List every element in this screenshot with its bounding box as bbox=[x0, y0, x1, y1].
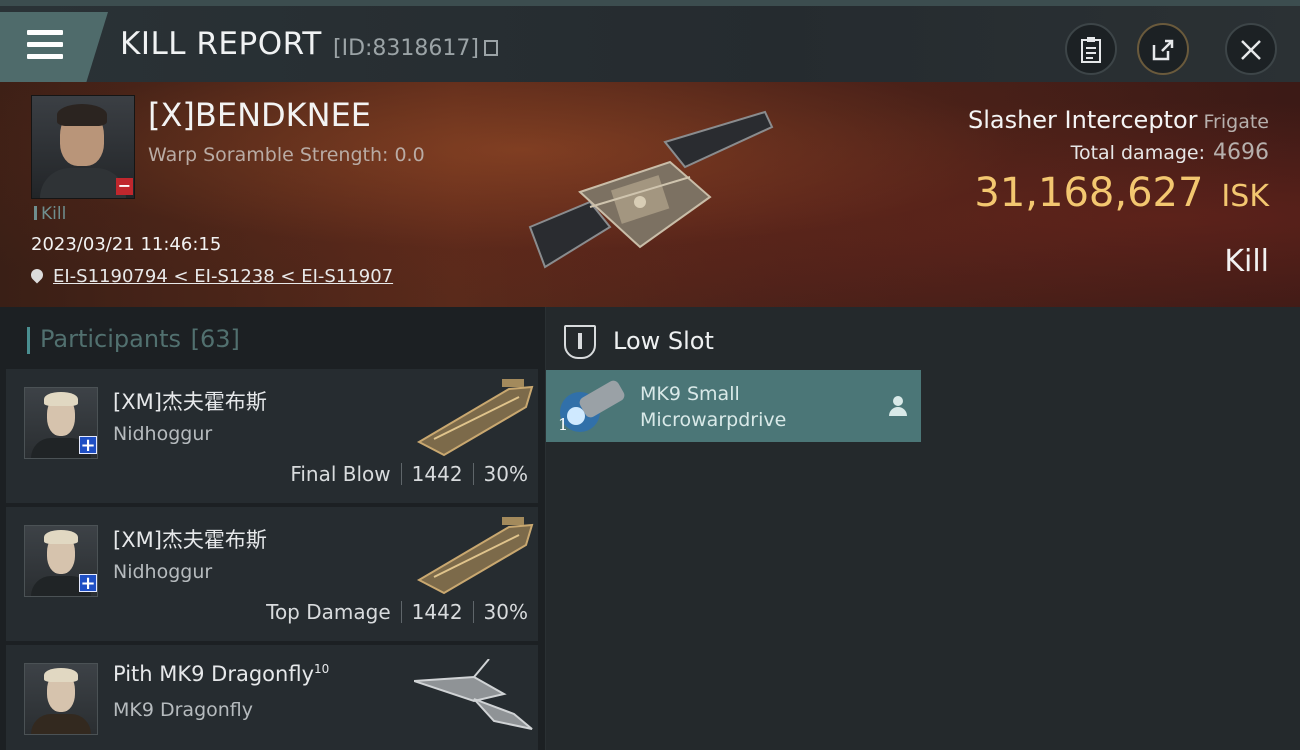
close-button[interactable] bbox=[1225, 23, 1277, 75]
participant-damage: 1442 bbox=[411, 600, 463, 624]
participant-avatar[interactable] bbox=[24, 663, 98, 735]
location-pin-icon bbox=[28, 266, 46, 284]
participants-count: [63] bbox=[190, 325, 240, 353]
participant-ship-image bbox=[416, 517, 534, 595]
location-text[interactable]: EI-S1190794 < EI-S1238 < EI-S11907 bbox=[53, 266, 393, 287]
participant-level: 10 bbox=[314, 662, 330, 676]
divider bbox=[400, 463, 402, 485]
page-title: KILL REPORT bbox=[120, 26, 322, 62]
victim-ship[interactable]: Slasher Interceptor Frigate bbox=[968, 106, 1269, 134]
divider bbox=[472, 601, 474, 623]
close-icon bbox=[1241, 39, 1261, 60]
total-damage-label: Total damage: bbox=[1070, 142, 1205, 164]
isk-unit: ISK bbox=[1221, 179, 1269, 214]
module-quantity: 1 bbox=[558, 415, 569, 434]
participant-name: Pith MK9 Dragonfly10 bbox=[113, 662, 329, 686]
participants-header: Participants [63] bbox=[27, 325, 240, 354]
avatar-body bbox=[40, 168, 126, 198]
participant-role: Top Damage bbox=[266, 600, 391, 624]
module-name: MK9 Small Microwarpdrive bbox=[640, 381, 786, 433]
module-item[interactable]: 1 MK9 Small Microwarpdrive bbox=[546, 370, 921, 442]
low-slot-icon bbox=[564, 325, 596, 359]
participant-role: Final Blow bbox=[290, 462, 391, 486]
avatar-hair bbox=[44, 530, 78, 544]
ship-class: Frigate bbox=[1203, 111, 1269, 133]
isk-value: 31,168,627 ISK bbox=[974, 170, 1269, 216]
kill-location[interactable]: EI-S1190794 < EI-S1238 < EI-S11907 bbox=[28, 266, 393, 287]
participant-percent: 30% bbox=[483, 462, 528, 486]
person-icon[interactable] bbox=[889, 396, 907, 416]
share-button[interactable] bbox=[1137, 23, 1189, 75]
victim-name[interactable]: [X]BENDKNEE bbox=[148, 96, 371, 134]
avatar-body bbox=[31, 714, 91, 734]
module-name-line1: MK9 Small bbox=[640, 383, 740, 405]
participant-ship-image bbox=[416, 379, 534, 457]
victim-ship-image bbox=[528, 110, 774, 269]
total-damage: Total damage: 4696 bbox=[1071, 140, 1269, 165]
friendly-standing-icon: + bbox=[79, 435, 97, 456]
warp-scramble-strength: Warp Soramble Strength: 0.0 bbox=[148, 144, 425, 166]
participants-label: Participants bbox=[40, 325, 181, 353]
friendly-standing-icon: + bbox=[79, 573, 97, 594]
hamburger-icon bbox=[27, 30, 63, 35]
clipboard-icon bbox=[1081, 36, 1101, 63]
participant-stats: Top Damage 1442 30% bbox=[266, 600, 528, 624]
kill-tag: Kill bbox=[34, 204, 66, 224]
divider bbox=[400, 601, 402, 623]
hamburger-icon bbox=[27, 42, 63, 47]
result-label: Kill bbox=[1224, 244, 1269, 279]
participant-ship: Nidhoggur bbox=[113, 423, 213, 445]
participant-ship: Nidhoggur bbox=[113, 561, 213, 583]
participant-ship: MK9 Dragonfly bbox=[113, 699, 254, 721]
slot-title: Low Slot bbox=[613, 327, 714, 355]
total-damage-value: 4696 bbox=[1213, 140, 1269, 165]
copy-icon[interactable] bbox=[484, 40, 498, 56]
clipboard-button[interactable] bbox=[1065, 23, 1117, 75]
participant-stats: Final Blow 1442 30% bbox=[290, 462, 528, 486]
menu-button[interactable] bbox=[0, 12, 108, 82]
participant-name-text: Pith MK9 Dragonfly bbox=[113, 662, 314, 686]
kill-datetime: 2023/03/21 11:46:15 bbox=[31, 234, 222, 255]
participant-name: [XM]杰夫霍布斯 bbox=[113, 528, 267, 552]
participants-panel: Participants [63] + [XM]杰夫霍布斯 Nidhoggur … bbox=[0, 307, 546, 750]
isk-amount: 31,168,627 bbox=[974, 170, 1204, 216]
participant-avatar[interactable]: + bbox=[24, 525, 98, 597]
participant-row[interactable]: + [XM]杰夫霍布斯 Nidhoggur Top Damage 1442 30% bbox=[6, 507, 538, 641]
divider bbox=[472, 463, 474, 485]
fitting-panel: Low Slot 1 MK9 Small Microwarpdrive bbox=[546, 307, 1300, 750]
top-bar: KILL REPORT [ID:8318617] bbox=[0, 0, 1300, 82]
avatar-hair bbox=[44, 392, 78, 406]
participant-name: [XM]杰夫霍布斯 bbox=[113, 390, 267, 414]
kill-id: [ID:8318617] bbox=[333, 36, 479, 61]
share-icon bbox=[1152, 39, 1174, 60]
victim-panel: − [X]BENDKNEE Warp Soramble Strength: 0.… bbox=[0, 82, 1300, 307]
avatar-hair bbox=[44, 668, 78, 682]
hamburger-icon bbox=[27, 54, 63, 59]
participant-row[interactable]: Pith MK9 Dragonfly10 MK9 Dragonfly bbox=[6, 645, 538, 750]
participant-ship-image bbox=[414, 659, 533, 730]
hostile-standing-icon: − bbox=[116, 176, 133, 195]
participant-damage: 1442 bbox=[411, 462, 463, 486]
participant-row[interactable]: + [XM]杰夫霍布斯 Nidhoggur Final Blow 1442 30% bbox=[6, 369, 538, 503]
ship-name: Slasher Interceptor bbox=[967, 106, 1198, 134]
module-name-line2: Microwarpdrive bbox=[640, 409, 787, 431]
participant-avatar[interactable]: + bbox=[24, 387, 98, 459]
participant-percent: 30% bbox=[483, 600, 528, 624]
avatar-hair bbox=[57, 104, 107, 126]
